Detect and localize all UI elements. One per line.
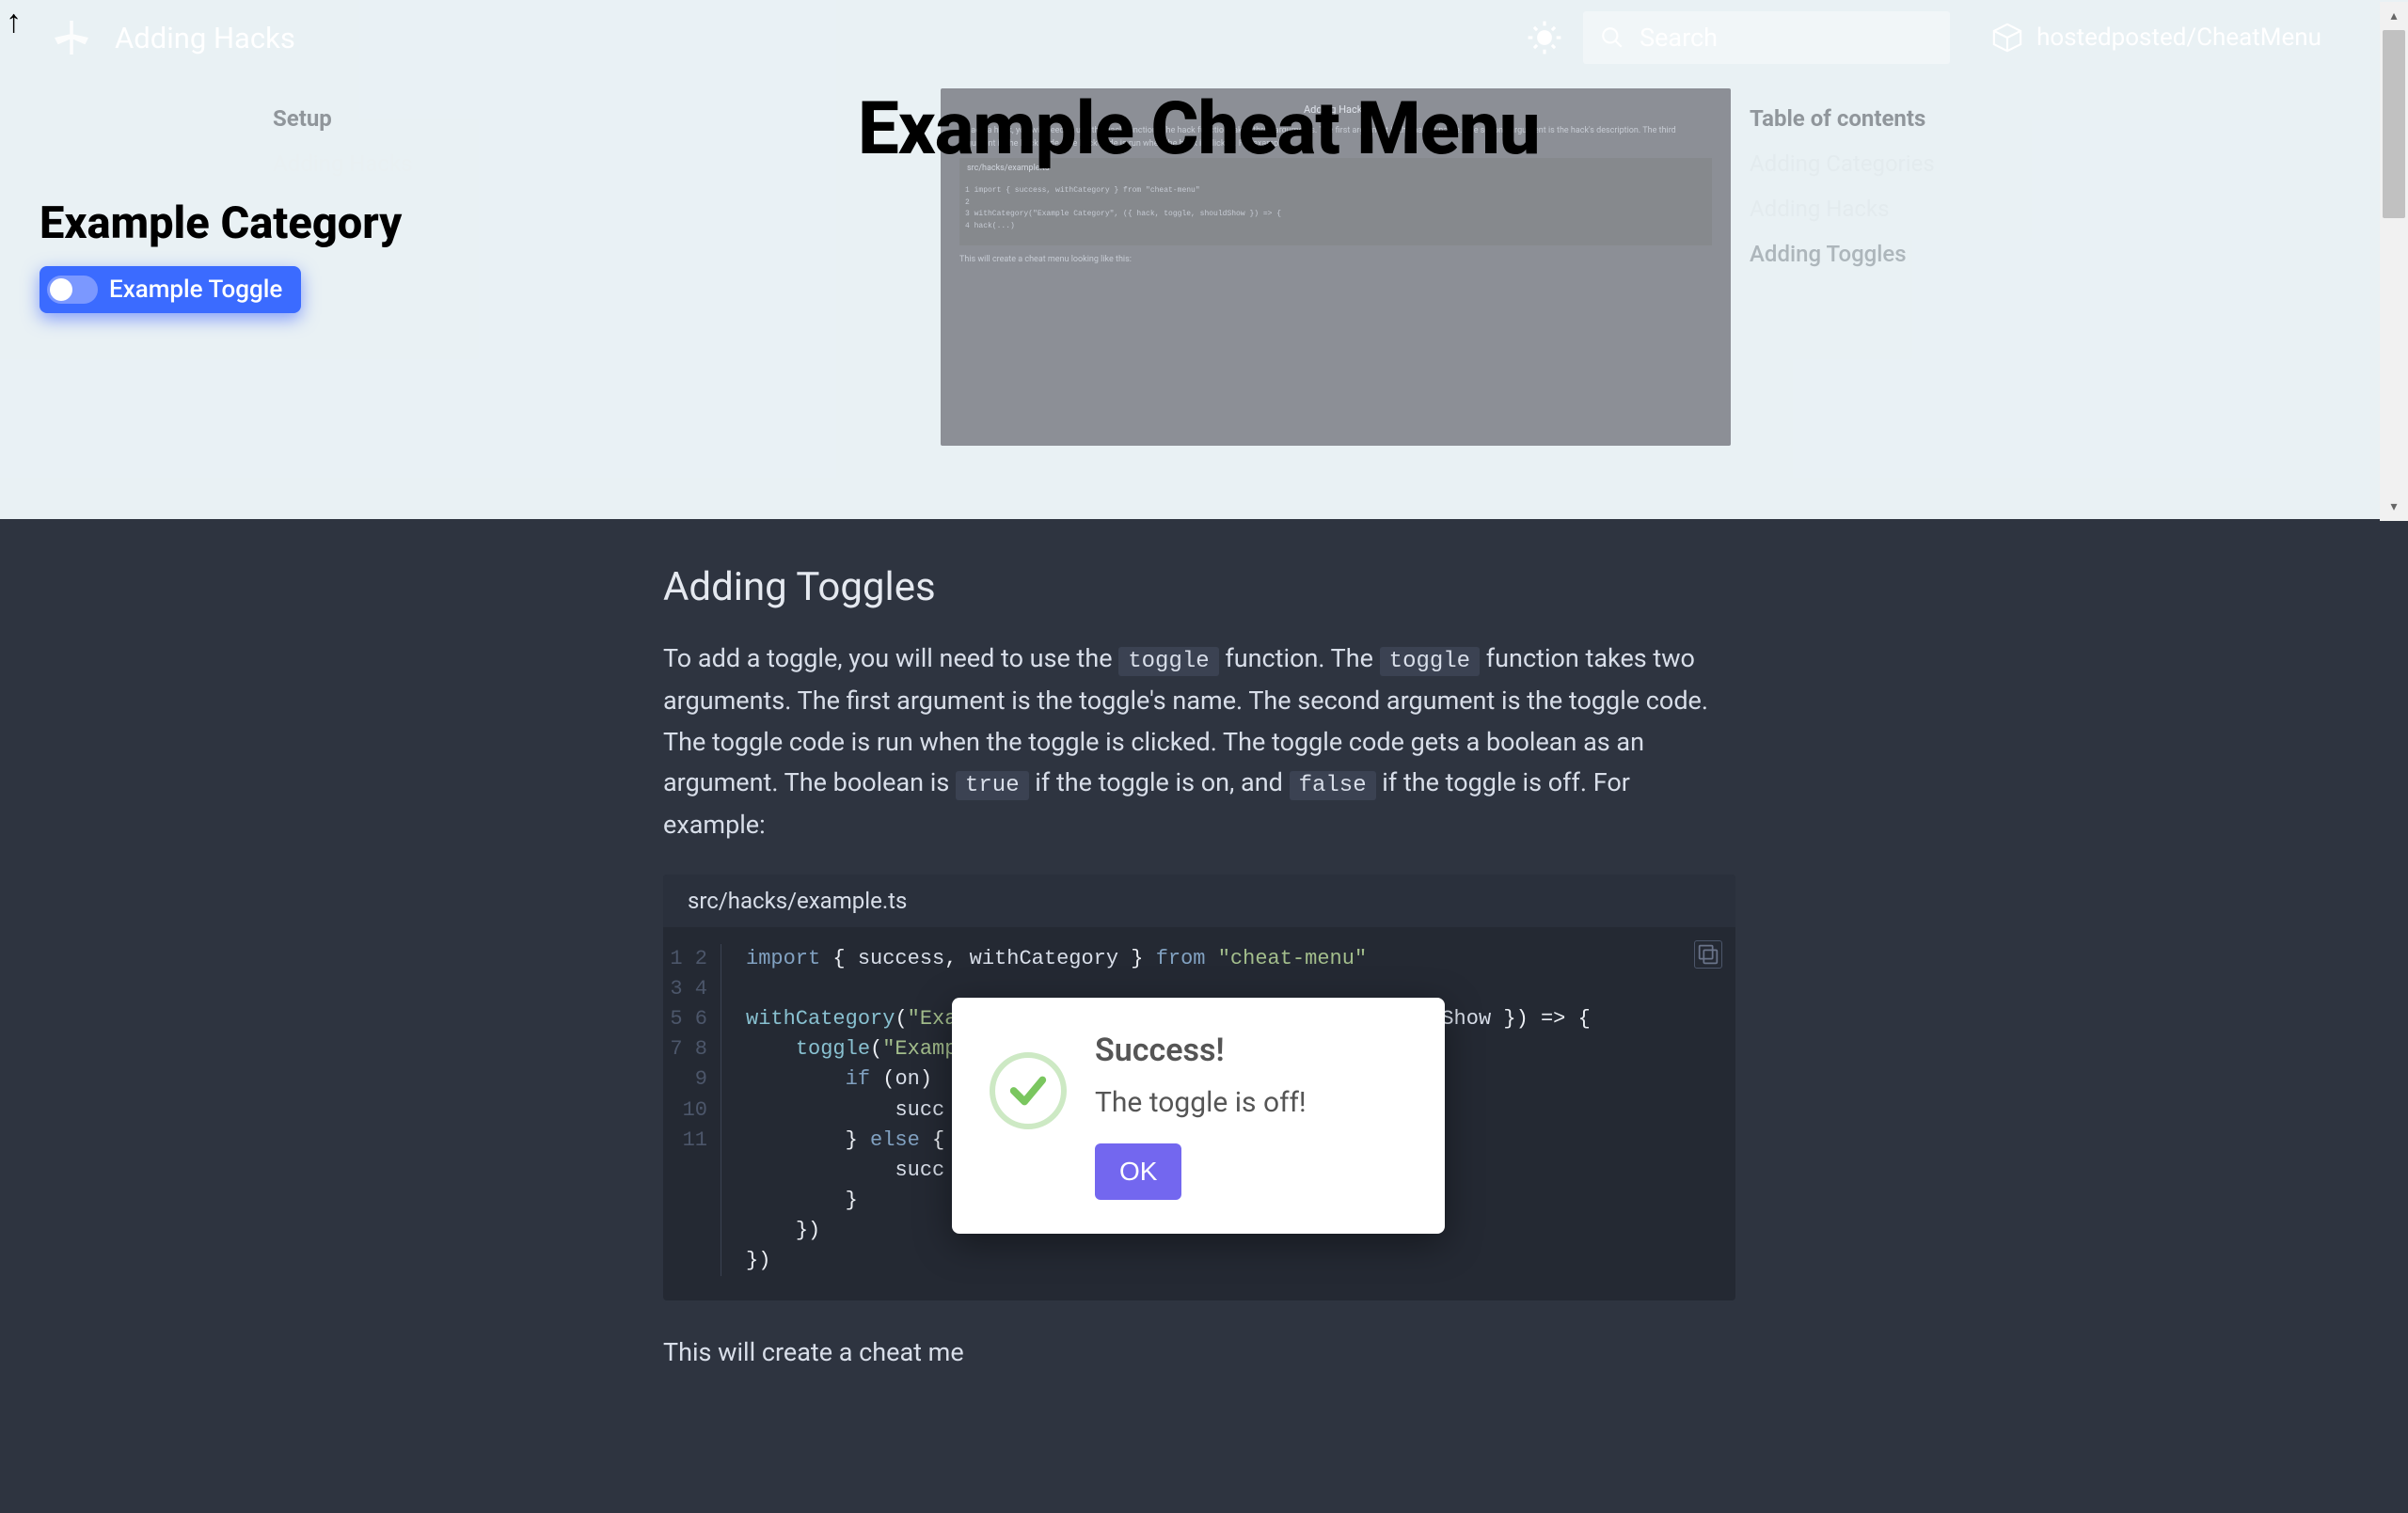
section-paragraph: To add a toggle, you will need to use th… <box>663 638 1735 846</box>
search-placeholder: Search <box>1640 23 1718 53</box>
toc-sidebar: Table of contents Adding Categories Addi… <box>1731 88 2220 446</box>
inline-code-true: true <box>956 771 1029 800</box>
modal-title: Success! <box>1095 1032 1407 1069</box>
section-heading: Adding Toggles <box>663 564 1735 610</box>
scrollbar[interactable]: ▴ ▾ <box>2380 2 2408 521</box>
preview-code-block: 1 import { success, withCategory } from … <box>959 180 1712 245</box>
theme-toggle-icon[interactable] <box>1527 20 1562 55</box>
modal-ok-button[interactable]: OK <box>1095 1143 1181 1200</box>
example-toggle-button[interactable]: Example Toggle <box>40 266 301 313</box>
success-check-icon <box>990 1052 1067 1129</box>
line-numbers: 1 2 3 4 5 6 7 8 9 10 11 <box>663 944 721 1276</box>
toc-item-hacks[interactable]: Adding Hacks <box>1750 186 2220 231</box>
preview-footer-text: This will create a cheat menu looking li… <box>959 253 1712 266</box>
scrollbar-down-arrow[interactable]: ▾ <box>2380 493 2408 521</box>
toc-title: Table of contents <box>1750 96 2220 141</box>
repo-link[interactable]: hostedposted/CheatMenu <box>1991 22 2321 54</box>
toc-item-toggles[interactable]: Adding Toggles <box>1750 231 2220 276</box>
page-title: Adding Hacks <box>115 21 295 55</box>
scrollbar-thumb[interactable] <box>2383 30 2405 218</box>
back-to-top-arrow[interactable]: ↑ <box>6 6 22 38</box>
code-filename: src/hacks/example.ts <box>663 875 1735 927</box>
success-modal: Success! The toggle is off! OK <box>952 998 1445 1234</box>
copy-icon <box>1695 941 1721 968</box>
logo-icon[interactable] <box>55 21 88 55</box>
source-icon <box>1991 22 2023 54</box>
example-cheat-menu-overlay: Example Cheat Menu Example Category Exam… <box>40 87 402 313</box>
modal-text: The toggle is off! <box>1095 1086 1407 1119</box>
copy-code-button[interactable] <box>1694 940 1722 969</box>
header-bar: Adding Hacks Search hostedposted/CheatMe… <box>0 0 2376 75</box>
overlay-menu-title: Example Cheat Menu <box>858 87 1540 172</box>
overlay-category-title: Example Category <box>40 197 402 249</box>
toggle-label: Example Toggle <box>109 276 282 304</box>
search-icon <box>1600 25 1624 50</box>
repo-name: hostedposted/CheatMenu <box>2036 24 2321 52</box>
search-input[interactable]: Search <box>1583 11 1950 64</box>
inline-code-false: false <box>1290 771 1376 800</box>
toggle-switch[interactable] <box>47 276 98 304</box>
scrollbar-up-arrow[interactable]: ▴ <box>2380 2 2408 30</box>
inline-code-toggle-1: toggle <box>1118 647 1218 676</box>
after-code-paragraph: This will create a cheat me <box>663 1332 1735 1374</box>
toc-item-categories[interactable]: Adding Categories <box>1750 141 2220 186</box>
inline-code-toggle-2: toggle <box>1380 647 1480 676</box>
hero-section: ▴ ▾ Adding Hacks Search hostedposted/Che… <box>0 0 2408 519</box>
